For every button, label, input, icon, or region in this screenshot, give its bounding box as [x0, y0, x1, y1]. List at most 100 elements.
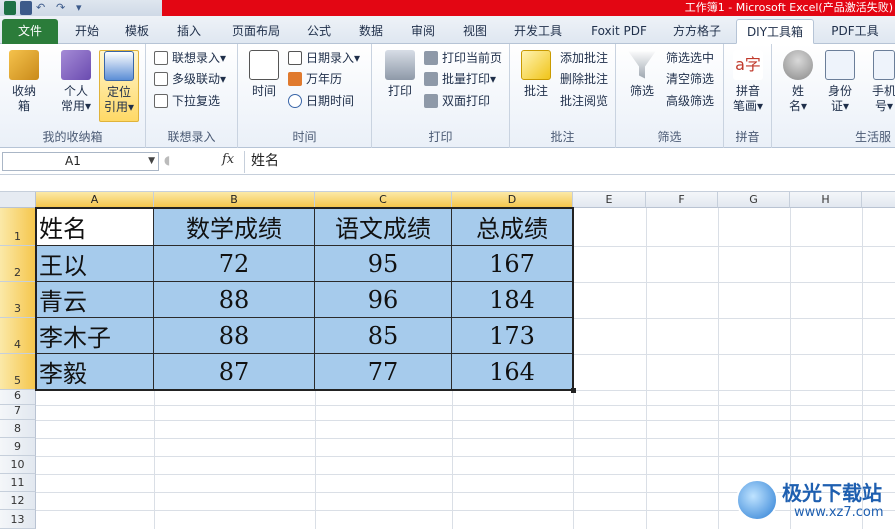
column-header-b[interactable]: B — [154, 192, 315, 208]
tab-pdf-tools[interactable]: PDF工具 — [822, 19, 888, 44]
tab-view[interactable]: 视图 — [452, 19, 498, 44]
row-header-3[interactable]: 3 — [0, 282, 36, 318]
fill-handle[interactable] — [571, 388, 576, 393]
column-header-a[interactable]: A — [36, 192, 154, 208]
cell-d1[interactable]: 总成绩 — [452, 208, 573, 246]
storage-box-button[interactable]: 收纳 箱 — [4, 50, 44, 114]
dropdown-multiselect-button[interactable]: 下拉复选 — [154, 91, 220, 111]
batch-print-button[interactable]: 批量打印▾ — [424, 69, 496, 89]
time-button[interactable]: 时间 — [244, 50, 284, 99]
tab-file[interactable]: 文件 — [2, 19, 58, 44]
cell-a4[interactable]: 李木子 — [36, 318, 154, 354]
row-header-13[interactable]: 13 — [0, 510, 36, 529]
scroll-handle-icon[interactable]: ◖ — [164, 153, 170, 167]
date-input-label: 日期录入▾ — [306, 51, 361, 65]
row-header-12[interactable]: 12 — [0, 492, 36, 510]
cell-b3[interactable]: 88 — [154, 282, 315, 318]
column-header-d[interactable]: D — [452, 192, 573, 208]
row-header-9[interactable]: 9 — [0, 438, 36, 456]
tab-home[interactable]: 开始 — [64, 19, 110, 44]
cell-c2[interactable]: 95 — [315, 246, 452, 282]
cell-c1[interactable]: 语文成绩 — [315, 208, 452, 246]
id-card-button[interactable]: 身份 证▾ — [820, 50, 860, 114]
association-input-button[interactable]: 联想录入▾ — [154, 48, 226, 68]
cell-c3[interactable]: 96 — [315, 282, 452, 318]
column-header-e[interactable]: E — [573, 192, 646, 208]
delete-comment-button[interactable]: 删除批注 — [560, 69, 608, 89]
perpetual-calendar-button[interactable]: 万年历 — [288, 69, 342, 89]
tab-data[interactable]: 数据 — [348, 19, 394, 44]
insert-function-icon[interactable]: fx — [222, 152, 234, 167]
comment-button[interactable]: 批注 — [516, 50, 556, 99]
cell-b4[interactable]: 88 — [154, 318, 315, 354]
cell-d2[interactable]: 167 — [452, 246, 573, 282]
column-header-f[interactable]: F — [646, 192, 718, 208]
tab-ffcell[interactable]: 方方格子 — [664, 19, 730, 44]
cell-b1[interactable]: 数学成绩 — [154, 208, 315, 246]
date-input-button[interactable]: 日期录入▾ — [288, 48, 360, 68]
cell-b5[interactable]: 87 — [154, 354, 315, 390]
locate-icon — [104, 51, 134, 81]
personal-common-button[interactable]: 个人 常用▾ — [56, 50, 96, 114]
tab-templates[interactable]: 模板 — [114, 19, 160, 44]
note-icon — [521, 50, 551, 80]
row-header-4[interactable]: 4 — [0, 318, 36, 354]
cell-b2[interactable]: 72 — [154, 246, 315, 282]
cell-a2[interactable]: 王以 — [36, 246, 154, 282]
tab-insert[interactable]: 插入 — [166, 19, 212, 44]
tab-review[interactable]: 审阅 — [400, 19, 446, 44]
phone-number-button[interactable]: 手机 号▾ — [864, 50, 895, 114]
row-header-6[interactable]: 6 — [0, 389, 36, 405]
advanced-filter-button[interactable]: 高级筛选 — [666, 91, 714, 111]
row-header-10[interactable]: 10 — [0, 456, 36, 474]
tab-formulas[interactable]: 公式 — [296, 19, 342, 44]
gridline — [646, 208, 647, 529]
watermark-url: www.xz7.com — [794, 505, 884, 520]
clear-filter-button[interactable]: 清空筛选 — [666, 69, 714, 89]
locate-reference-button[interactable]: 定位 引用▾ — [99, 50, 139, 122]
comment-label: 批注 — [523, 84, 548, 98]
cell-a5[interactable]: 李毅 — [36, 354, 154, 390]
multilevel-link-button[interactable]: 多级联动▾ — [154, 69, 226, 89]
row-header-7[interactable]: 7 — [0, 404, 36, 420]
row-header-11[interactable]: 11 — [0, 474, 36, 492]
undo-icon[interactable]: ↶ — [36, 1, 52, 15]
cell-d4[interactable]: 173 — [452, 318, 573, 354]
browse-comment-button[interactable]: 批注阅览 — [560, 91, 608, 111]
cell-d5[interactable]: 164 — [452, 354, 573, 390]
formula-input[interactable]: 姓名 — [244, 151, 895, 173]
cell-c4[interactable]: 85 — [315, 318, 452, 354]
redo-icon[interactable]: ↷ — [56, 1, 72, 15]
tab-diy-toolbox[interactable]: DIY工具箱 — [736, 19, 814, 44]
column-header-c[interactable]: C — [315, 192, 452, 208]
add-comment-button[interactable]: 添加批注 — [560, 48, 608, 68]
column-header-i[interactable] — [862, 192, 895, 208]
date-time-button[interactable]: 日期时间 — [288, 91, 354, 111]
row-header-1[interactable]: 1 — [0, 208, 36, 246]
filter-selected-button[interactable]: 筛选选中 — [666, 48, 714, 68]
print-button[interactable]: 打印 — [380, 50, 420, 99]
select-all-corner[interactable] — [0, 192, 36, 208]
filter-button[interactable]: 筛选 — [622, 50, 662, 99]
tab-developer[interactable]: 开发工具 — [504, 19, 572, 44]
name-box[interactable]: A1 ▼ — [2, 152, 159, 171]
duplex-print-button[interactable]: 双面打印 — [424, 91, 490, 111]
row-header-5[interactable]: 5 — [0, 354, 36, 390]
cell-c5[interactable]: 77 — [315, 354, 452, 390]
tab-foxit-pdf[interactable]: Foxit PDF — [582, 19, 656, 44]
row-header-8[interactable]: 8 — [0, 420, 36, 438]
row-header-2[interactable]: 2 — [0, 246, 36, 282]
cell-a3[interactable]: 青云 — [36, 282, 154, 318]
chevron-down-icon[interactable]: ▼ — [148, 153, 155, 170]
column-header-g[interactable]: G — [718, 192, 790, 208]
customize-qat-icon[interactable]: ▾ — [76, 1, 92, 15]
pinyin-stroke-button[interactable]: a字 拼音 笔画▾ — [728, 50, 768, 114]
cell-d3[interactable]: 184 — [452, 282, 573, 318]
group-title-association: 联想录入 — [167, 130, 216, 144]
tab-page-layout[interactable]: 页面布局 — [222, 19, 290, 44]
name-button[interactable]: 姓 名▾ — [778, 50, 818, 114]
save-icon[interactable] — [20, 1, 32, 15]
cell-a1[interactable]: 姓名 — [36, 208, 154, 246]
print-current-page-button[interactable]: 打印当前页 — [424, 48, 502, 68]
column-header-h[interactable]: H — [790, 192, 862, 208]
